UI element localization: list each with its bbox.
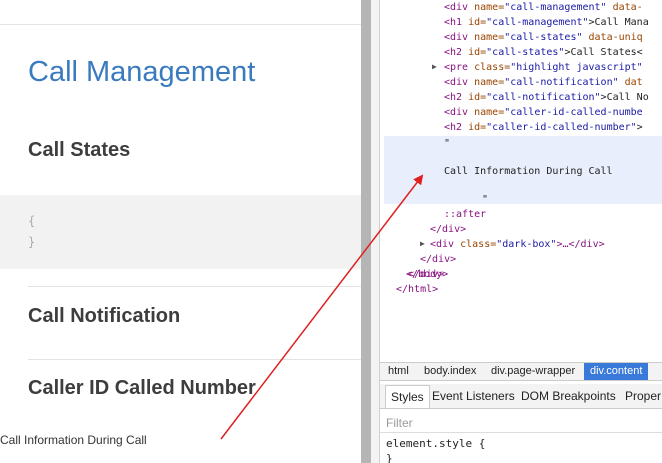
annotation-arrow-icon (220, 174, 424, 440)
